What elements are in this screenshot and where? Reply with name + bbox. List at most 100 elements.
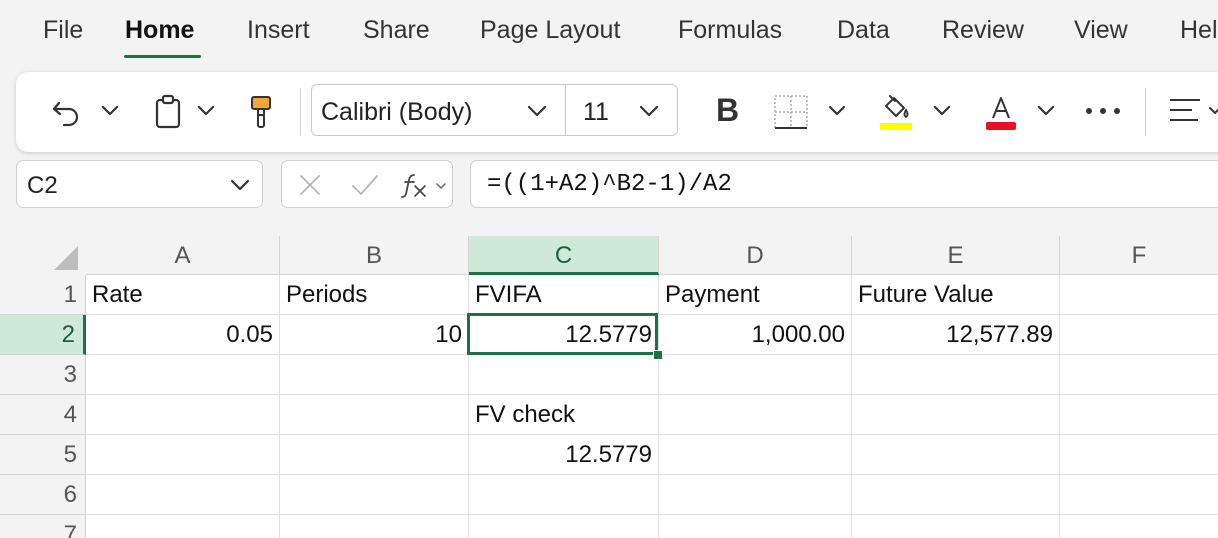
cell-f3[interactable]	[1060, 355, 1218, 395]
cell-d4[interactable]	[659, 395, 852, 435]
cell-d7[interactable]	[659, 515, 852, 538]
clipboard-icon[interactable]	[154, 94, 182, 130]
cell-b1[interactable]: Periods	[280, 275, 469, 315]
column-header-f[interactable]: F	[1060, 236, 1218, 275]
name-box[interactable]: C2	[16, 160, 263, 208]
cell-a6[interactable]	[86, 475, 280, 515]
chevron-down-icon[interactable]	[435, 181, 447, 191]
cell-c5[interactable]: 12.5779	[469, 435, 659, 475]
cell-b6[interactable]	[280, 475, 469, 515]
formula-text: =((1+A2)^B2-1)/A2	[487, 171, 732, 198]
tab-data[interactable]: Data	[837, 16, 890, 45]
tab-page-layout[interactable]: Page Layout	[480, 16, 620, 45]
cell-e1[interactable]: Future Value	[852, 275, 1060, 315]
cell-c2[interactable]: 12.5779	[469, 315, 659, 355]
row-header-3[interactable]: 3	[0, 355, 86, 395]
tab-file[interactable]: File	[43, 16, 83, 45]
row-header-5[interactable]: 5	[0, 435, 86, 475]
column-header-a[interactable]: A	[86, 236, 280, 275]
cell-e6[interactable]	[852, 475, 1060, 515]
cell-f4[interactable]	[1060, 395, 1218, 435]
cell-e5[interactable]	[852, 435, 1060, 475]
ribbon-toolbar: Calibri (Body) 11 B	[16, 72, 1218, 152]
tab-home[interactable]: Home	[125, 16, 194, 45]
select-all-triangle-icon	[54, 246, 78, 270]
tab-share[interactable]: Share	[363, 16, 430, 45]
cell-e3[interactable]	[852, 355, 1060, 395]
cell-c4[interactable]: FV check	[469, 395, 659, 435]
cell-f6[interactable]	[1060, 475, 1218, 515]
cell-c1[interactable]: FVIFA	[469, 275, 659, 315]
chevron-down-icon[interactable]	[638, 104, 660, 118]
spreadsheet-grid[interactable]: A B C D E F 1 2 3 4 5 6 7 Rate Periods F…	[0, 236, 1218, 538]
cell-e4[interactable]	[852, 395, 1060, 435]
chevron-down-icon[interactable]	[196, 104, 216, 118]
column-header-e[interactable]: E	[852, 236, 1060, 275]
tab-insert[interactable]: Insert	[247, 16, 310, 45]
column-header-c[interactable]: C	[469, 236, 659, 275]
tab-help[interactable]: Help	[1180, 16, 1218, 45]
more-options-icon[interactable]	[1084, 106, 1122, 116]
chevron-down-icon[interactable]	[1208, 104, 1218, 118]
cell-d1[interactable]: Payment	[659, 275, 852, 315]
chevron-down-icon[interactable]	[827, 104, 847, 118]
enter-checkmark-icon[interactable]	[350, 173, 380, 197]
cell-c6[interactable]	[469, 475, 659, 515]
fill-color-icon[interactable]	[878, 92, 914, 132]
cell-f7[interactable]	[1060, 515, 1218, 538]
cell-b2[interactable]: 10	[280, 315, 469, 355]
cell-a7[interactable]	[86, 515, 280, 538]
row-header-1[interactable]: 1	[0, 275, 86, 315]
select-all-corner[interactable]	[0, 236, 86, 275]
format-painter-icon[interactable]	[248, 94, 274, 130]
cell-f5[interactable]	[1060, 435, 1218, 475]
column-header-d[interactable]: D	[659, 236, 852, 275]
chevron-down-icon[interactable]	[526, 104, 548, 118]
insert-function-icon[interactable]	[400, 171, 428, 199]
cell-d3[interactable]	[659, 355, 852, 395]
cell-b3[interactable]	[280, 355, 469, 395]
formula-actions	[281, 160, 453, 208]
cell-d5[interactable]	[659, 435, 852, 475]
align-left-icon[interactable]	[1168, 96, 1202, 126]
chevron-down-icon[interactable]	[1036, 104, 1056, 118]
cell-a4[interactable]	[86, 395, 280, 435]
font-name-dropdown[interactable]: Calibri (Body)	[321, 98, 472, 127]
tab-view[interactable]: View	[1074, 16, 1128, 45]
chevron-down-icon[interactable]	[100, 104, 120, 118]
cell-e2[interactable]: 12,577.89	[852, 315, 1060, 355]
cell-b4[interactable]	[280, 395, 469, 435]
cell-c3[interactable]	[469, 355, 659, 395]
cell-f2[interactable]	[1060, 315, 1218, 355]
cell-a2[interactable]: 0.05	[86, 315, 280, 355]
row-header-4[interactable]: 4	[0, 395, 86, 435]
column-header-b[interactable]: B	[280, 236, 469, 275]
cell-c7[interactable]	[469, 515, 659, 538]
cell-f1[interactable]	[1060, 275, 1218, 315]
cell-b7[interactable]	[280, 515, 469, 538]
tab-review[interactable]: Review	[942, 16, 1024, 45]
cell-e7[interactable]	[852, 515, 1060, 538]
fill-handle[interactable]	[653, 350, 663, 360]
cell-d6[interactable]	[659, 475, 852, 515]
font-color-icon[interactable]	[984, 92, 1018, 132]
row-header-7[interactable]: 7	[0, 515, 86, 538]
borders-icon[interactable]	[773, 94, 809, 130]
cell-a3[interactable]	[86, 355, 280, 395]
chevron-down-icon[interactable]	[932, 104, 952, 118]
spreadsheet-app: File Home Insert Share Page Layout Formu…	[0, 0, 1218, 538]
menu-bar: File Home Insert Share Page Layout Formu…	[0, 0, 1218, 64]
tab-formulas[interactable]: Formulas	[678, 16, 782, 45]
cell-b5[interactable]	[280, 435, 469, 475]
cell-a1[interactable]: Rate	[86, 275, 280, 315]
chevron-down-icon[interactable]	[229, 178, 251, 192]
formula-input[interactable]: =((1+A2)^B2-1)/A2	[470, 160, 1218, 208]
cell-d2[interactable]: 1,000.00	[659, 315, 852, 355]
bold-button[interactable]: B	[716, 92, 739, 129]
row-header-6[interactable]: 6	[0, 475, 86, 515]
cell-a5[interactable]	[86, 435, 280, 475]
undo-icon[interactable]	[50, 96, 82, 128]
font-size-dropdown[interactable]: 11	[583, 98, 609, 127]
row-header-2[interactable]: 2	[0, 315, 86, 355]
cancel-icon[interactable]	[298, 173, 322, 197]
